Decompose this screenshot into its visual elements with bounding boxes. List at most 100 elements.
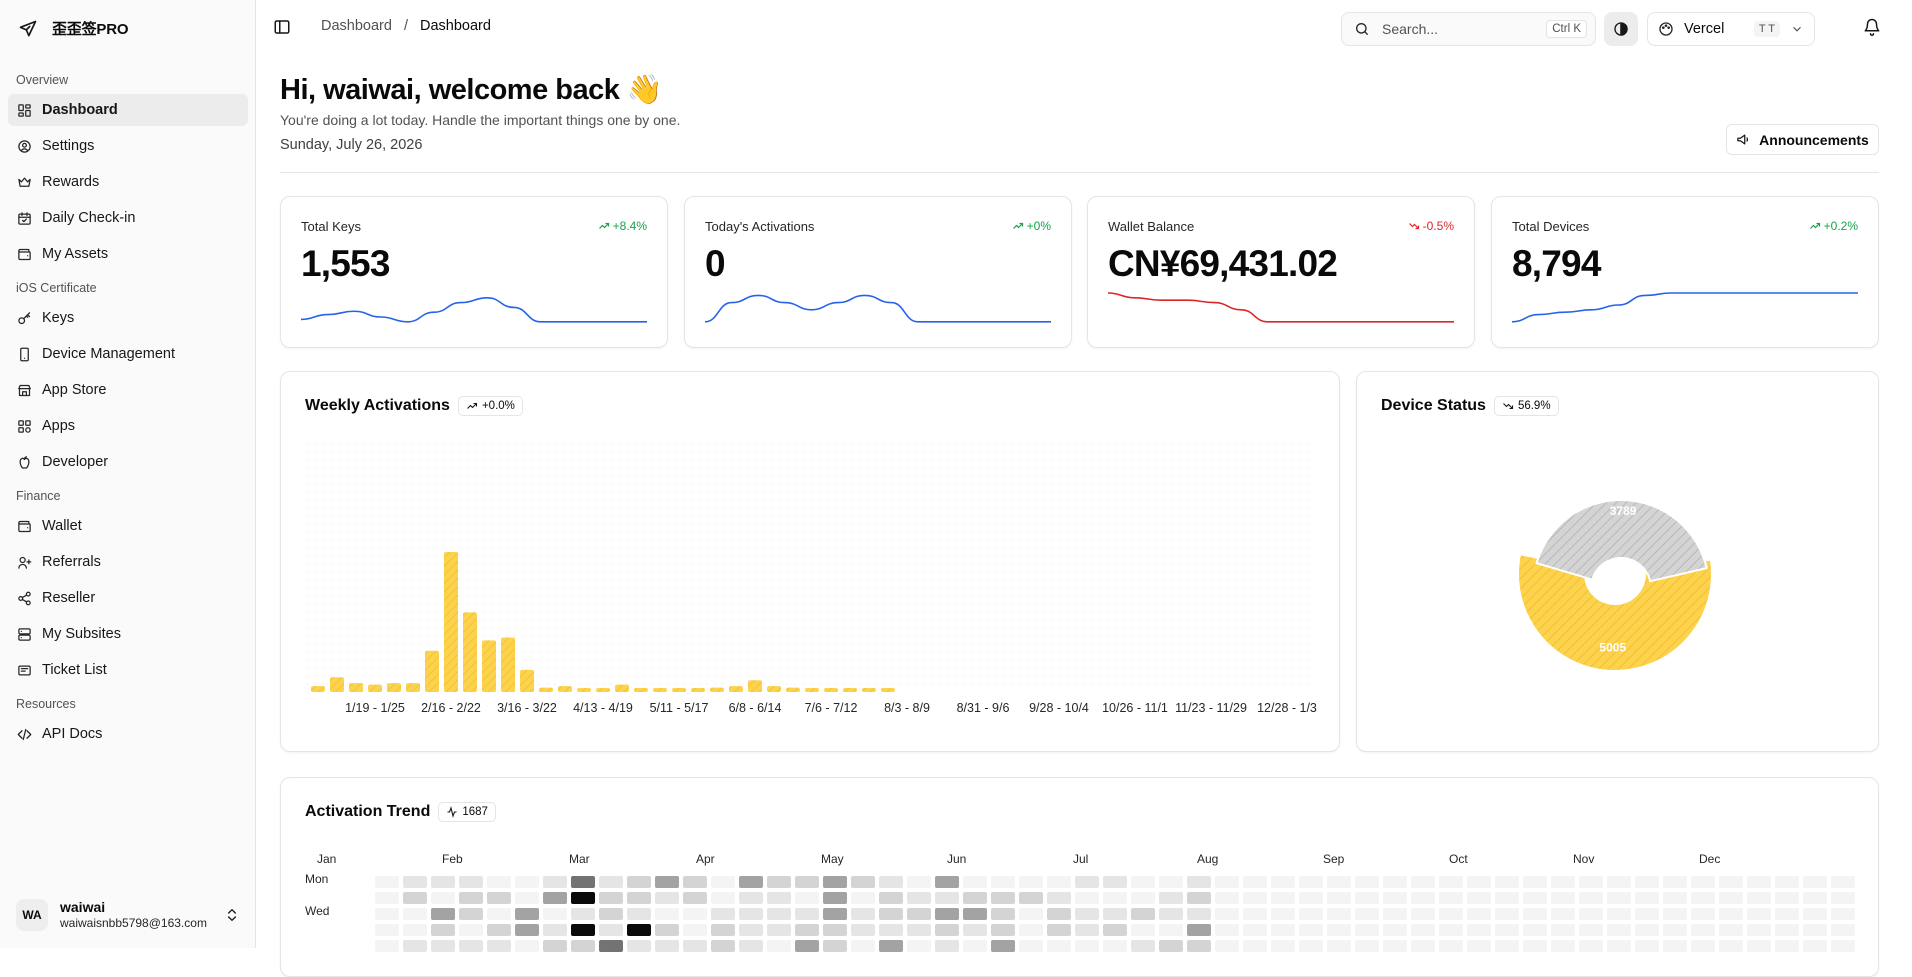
- heatmap-cell[interactable]: [1355, 924, 1379, 936]
- heatmap-cell[interactable]: [1215, 876, 1239, 888]
- heatmap-cell[interactable]: [851, 892, 875, 904]
- heatmap-cell[interactable]: [767, 940, 791, 952]
- bar[interactable]: [881, 688, 895, 692]
- heatmap-cell[interactable]: [655, 924, 679, 936]
- heatmap-cell[interactable]: [991, 924, 1015, 936]
- sidebar-item-settings[interactable]: Settings: [8, 130, 248, 162]
- heatmap-cell[interactable]: [571, 924, 595, 936]
- heatmap-cell[interactable]: [1271, 876, 1295, 888]
- heatmap-cell[interactable]: [1803, 908, 1827, 920]
- heatmap-cell[interactable]: [1411, 892, 1435, 904]
- heatmap-cell[interactable]: [1299, 876, 1323, 888]
- heatmap-cell[interactable]: [739, 940, 763, 952]
- heatmap-cell[interactable]: [1411, 940, 1435, 952]
- heatmap-cell[interactable]: [963, 908, 987, 920]
- bar[interactable]: [824, 688, 838, 692]
- heatmap-cell[interactable]: [599, 876, 623, 888]
- bar[interactable]: [596, 688, 610, 692]
- heatmap-cell[interactable]: [1663, 892, 1687, 904]
- heatmap-cell[interactable]: [1187, 940, 1211, 952]
- heatmap-cell[interactable]: [459, 876, 483, 888]
- heatmap-cell[interactable]: [431, 908, 455, 920]
- heatmap-cell[interactable]: [991, 908, 1015, 920]
- heatmap-cell[interactable]: [851, 940, 875, 952]
- heatmap-cell[interactable]: [515, 940, 539, 952]
- heatmap-cell[interactable]: [627, 876, 651, 888]
- sidebar-item-ticket-list[interactable]: Ticket List: [8, 654, 248, 686]
- sidebar-toggle-icon[interactable]: [273, 18, 291, 36]
- sidebar-item-rewards[interactable]: Rewards: [8, 166, 248, 198]
- heatmap-cell[interactable]: [683, 908, 707, 920]
- heatmap-cell[interactable]: [1103, 876, 1127, 888]
- bar[interactable]: [653, 688, 667, 692]
- heatmap-cell[interactable]: [1131, 892, 1155, 904]
- heatmap-cell[interactable]: [1551, 908, 1575, 920]
- heatmap-cell[interactable]: [1327, 940, 1351, 952]
- heatmap-cell[interactable]: [711, 940, 735, 952]
- heatmap-cell[interactable]: [375, 940, 399, 952]
- sidebar-item-developer[interactable]: Developer: [8, 446, 248, 478]
- heatmap-cell[interactable]: [599, 892, 623, 904]
- heatmap-cell[interactable]: [963, 876, 987, 888]
- heatmap-cell[interactable]: [515, 892, 539, 904]
- heatmap-cell[interactable]: [1551, 892, 1575, 904]
- heatmap-cell[interactable]: [627, 924, 651, 936]
- heatmap-cell[interactable]: [1439, 940, 1463, 952]
- bar[interactable]: [862, 688, 876, 692]
- bar[interactable]: [615, 684, 629, 692]
- heatmap-cell[interactable]: [1607, 924, 1631, 936]
- heatmap-cell[interactable]: [1635, 940, 1659, 952]
- heatmap-cell[interactable]: [1691, 892, 1715, 904]
- heatmap-cell[interactable]: [1159, 876, 1183, 888]
- heatmap-cell[interactable]: [1635, 924, 1659, 936]
- heatmap-cell[interactable]: [1355, 876, 1379, 888]
- heatmap-cell[interactable]: [571, 876, 595, 888]
- heatmap-cell[interactable]: [1019, 940, 1043, 952]
- bar[interactable]: [577, 688, 591, 692]
- heatmap-cell[interactable]: [1271, 940, 1295, 952]
- heatmap-cell[interactable]: [1579, 908, 1603, 920]
- bar[interactable]: [406, 683, 420, 692]
- heatmap-cell[interactable]: [375, 924, 399, 936]
- heatmap-cell[interactable]: [851, 908, 875, 920]
- heatmap-cell[interactable]: [1719, 924, 1743, 936]
- brand[interactable]: 歪歪签PRO: [18, 18, 129, 39]
- heatmap-cell[interactable]: [1607, 892, 1631, 904]
- heatmap-cell[interactable]: [1719, 940, 1743, 952]
- bar[interactable]: [311, 686, 325, 692]
- heatmap-cell[interactable]: [711, 892, 735, 904]
- heatmap-cell[interactable]: [991, 892, 1015, 904]
- heatmap-cell[interactable]: [1831, 924, 1855, 936]
- heatmap-cell[interactable]: [487, 908, 511, 920]
- heatmap-cell[interactable]: [1019, 892, 1043, 904]
- heatmap-cell[interactable]: [543, 940, 567, 952]
- heatmap-cell[interactable]: [1775, 940, 1799, 952]
- heatmap-cell[interactable]: [1775, 876, 1799, 888]
- bar[interactable]: [843, 688, 857, 692]
- heatmap-cell[interactable]: [1075, 924, 1099, 936]
- heatmap-cell[interactable]: [907, 940, 931, 952]
- heatmap-cell[interactable]: [1523, 876, 1547, 888]
- heatmap-cell[interactable]: [1747, 892, 1771, 904]
- heatmap-cell[interactable]: [1579, 924, 1603, 936]
- heatmap-cell[interactable]: [1803, 940, 1827, 952]
- heatmap-cell[interactable]: [1159, 892, 1183, 904]
- heatmap-cell[interactable]: [935, 908, 959, 920]
- heatmap-cell[interactable]: [1607, 876, 1631, 888]
- heatmap-cell[interactable]: [487, 940, 511, 952]
- heatmap-cell[interactable]: [1327, 908, 1351, 920]
- heatmap-cell[interactable]: [1299, 908, 1323, 920]
- heatmap-cell[interactable]: [403, 876, 427, 888]
- heatmap-cell[interactable]: [543, 908, 567, 920]
- heatmap-cell[interactable]: [1551, 876, 1575, 888]
- heatmap-cell[interactable]: [1383, 924, 1407, 936]
- heatmap-cell[interactable]: [459, 892, 483, 904]
- heatmap-cell[interactable]: [459, 924, 483, 936]
- heatmap-cell[interactable]: [1383, 940, 1407, 952]
- heatmap-cell[interactable]: [795, 876, 819, 888]
- heatmap-cell[interactable]: [1803, 924, 1827, 936]
- heatmap-cell[interactable]: [1579, 892, 1603, 904]
- heatmap-cell[interactable]: [1523, 892, 1547, 904]
- heatmap-cell[interactable]: [1271, 908, 1295, 920]
- heatmap-cell[interactable]: [1691, 876, 1715, 888]
